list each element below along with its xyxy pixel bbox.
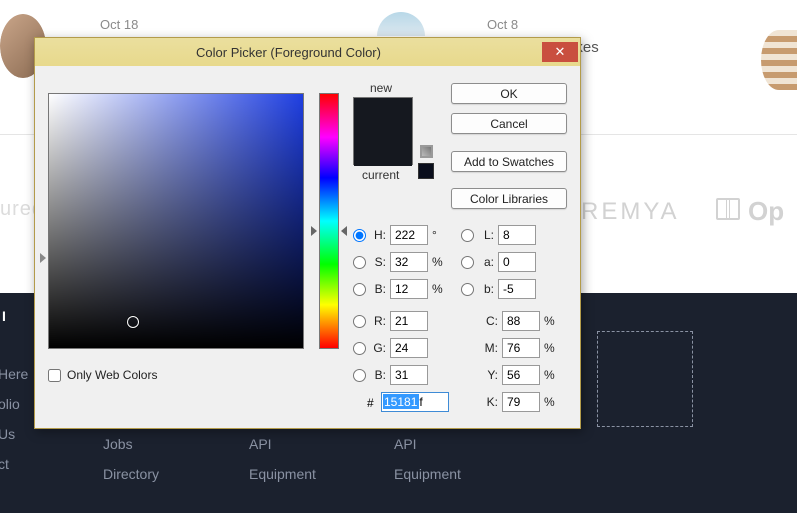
- b-label: b:: [478, 282, 494, 296]
- hue-input[interactable]: [390, 225, 428, 245]
- color-preview: [353, 97, 413, 165]
- footer-heading-fragment: I: [2, 308, 6, 324]
- a-radio[interactable]: [461, 256, 474, 269]
- book-icon: [716, 198, 740, 218]
- hex-input[interactable]: [381, 392, 449, 412]
- only-web-colors-label: Only Web Colors: [67, 368, 157, 382]
- saturation-radio[interactable]: [353, 256, 366, 269]
- percent-unit: %: [544, 314, 556, 328]
- color-field[interactable]: [48, 93, 304, 349]
- cube-icon[interactable]: [420, 145, 433, 158]
- hue-slider[interactable]: [319, 93, 339, 349]
- color-libraries-button[interactable]: Color Libraries: [451, 188, 567, 209]
- footer-link-fragment[interactable]: olio: [0, 396, 20, 412]
- avatar-image: [761, 30, 797, 90]
- green-label: G:: [370, 341, 386, 355]
- footer-link-fragment[interactable]: Here: [0, 366, 28, 382]
- footer-link-fragment[interactable]: ct: [0, 456, 9, 472]
- only-web-colors-input[interactable]: [48, 369, 61, 382]
- yellow-input[interactable]: [502, 365, 540, 385]
- degree-unit: °: [432, 228, 444, 242]
- percent-unit: %: [432, 282, 444, 296]
- hue-slider-handle[interactable]: [311, 226, 317, 236]
- cyan-label: C:: [482, 314, 498, 328]
- saturation-input[interactable]: [390, 252, 428, 272]
- current-color-label: current: [362, 168, 399, 182]
- hue-radio[interactable]: [353, 229, 366, 242]
- red-input[interactable]: [390, 311, 428, 331]
- cyan-input[interactable]: [502, 311, 540, 331]
- b-radio[interactable]: [461, 283, 474, 296]
- dialog-titlebar[interactable]: Color Picker (Foreground Color) ✕: [35, 38, 580, 66]
- green-input[interactable]: [390, 338, 428, 358]
- cancel-button[interactable]: Cancel: [451, 113, 567, 134]
- new-color-swatch[interactable]: [354, 98, 412, 132]
- percent-unit: %: [544, 368, 556, 382]
- add-to-swatches-button[interactable]: Add to Swatches: [451, 151, 567, 172]
- blue-label: B:: [370, 368, 386, 382]
- placeholder-box: [597, 331, 693, 427]
- saturation-label: S:: [370, 255, 386, 269]
- red-radio[interactable]: [353, 315, 366, 328]
- footer-link[interactable]: Jobs: [103, 436, 133, 452]
- brand-text-fragment: Op: [748, 196, 784, 227]
- post-date: Oct 8: [487, 17, 518, 32]
- footer-link[interactable]: Equipment: [394, 466, 461, 482]
- yellow-label: Y:: [482, 368, 498, 382]
- lightness-radio[interactable]: [461, 229, 474, 242]
- a-label: a:: [478, 255, 494, 269]
- footer-link[interactable]: API: [249, 436, 272, 452]
- hue-label: H:: [370, 228, 386, 242]
- a-input[interactable]: [498, 252, 536, 272]
- red-label: R:: [370, 314, 386, 328]
- color-field-cursor: [127, 316, 139, 328]
- websafe-swatch[interactable]: [418, 163, 434, 179]
- brand-text: REMYA: [581, 198, 680, 226]
- brightness-radio[interactable]: [353, 283, 366, 296]
- green-radio[interactable]: [353, 342, 366, 355]
- new-color-label: new: [370, 81, 392, 95]
- blue-input[interactable]: [390, 365, 428, 385]
- hue-slider-handle[interactable]: [341, 226, 347, 236]
- current-color-swatch[interactable]: [354, 132, 412, 166]
- brightness-label: B:: [370, 282, 386, 296]
- close-button[interactable]: ✕: [542, 42, 578, 62]
- blue-radio[interactable]: [353, 369, 366, 382]
- brightness-input[interactable]: [390, 279, 428, 299]
- dialog-title: Color Picker (Foreground Color): [35, 45, 542, 60]
- ok-button[interactable]: OK: [451, 83, 567, 104]
- only-web-colors-checkbox[interactable]: Only Web Colors: [48, 368, 157, 382]
- footer-link[interactable]: Directory: [103, 466, 159, 482]
- lightness-input[interactable]: [498, 225, 536, 245]
- footer-link-fragment[interactable]: Us: [0, 426, 15, 442]
- footer-link[interactable]: API: [394, 436, 417, 452]
- b-input[interactable]: [498, 279, 536, 299]
- black-label: K:: [482, 395, 498, 409]
- hex-hash-label: #: [367, 396, 374, 410]
- close-icon: ✕: [555, 44, 566, 60]
- footer-link[interactable]: Equipment: [249, 466, 316, 482]
- percent-unit: %: [544, 395, 556, 409]
- avatar-image: [377, 12, 425, 36]
- post-date: Oct 18: [100, 17, 138, 32]
- percent-unit: %: [544, 341, 556, 355]
- field-slider-handle[interactable]: [40, 253, 46, 263]
- lightness-label: L:: [478, 228, 494, 242]
- black-input[interactable]: [502, 392, 540, 412]
- color-picker-dialog: Color Picker (Foreground Color) ✕ new cu…: [34, 37, 581, 429]
- percent-unit: %: [432, 255, 444, 269]
- magenta-label: M:: [482, 341, 498, 355]
- magenta-input[interactable]: [502, 338, 540, 358]
